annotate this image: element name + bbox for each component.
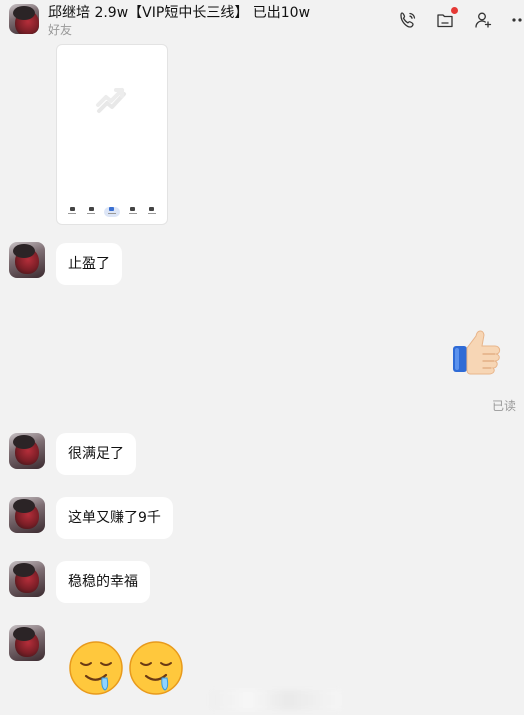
message-bubble[interactable]: 这单又赚了9千 — [56, 497, 173, 539]
friend-avatar[interactable] — [9, 561, 45, 597]
app-dock — [63, 205, 161, 219]
dock-item — [66, 207, 78, 217]
read-status: 已读 — [492, 399, 517, 413]
message-bubble[interactable]: 很满足了 — [56, 433, 136, 475]
dock-item — [85, 207, 97, 217]
add-member-icon[interactable] — [473, 10, 493, 30]
dock-item — [127, 207, 139, 217]
voice-call-icon[interactable] — [398, 10, 418, 30]
drooling-face-emoji[interactable] — [68, 640, 124, 696]
message-bubble[interactable]: 稳稳的幸福 — [56, 561, 150, 603]
chat-header: 邱继培 2.9w【VIP短中长三线】 已出10w 好友 — [0, 0, 524, 42]
chat-title[interactable]: 邱继培 2.9w【VIP短中长三线】 已出10w — [48, 2, 310, 22]
thumbs-up-emoji[interactable] — [450, 326, 502, 376]
drooling-face-emoji[interactable] — [128, 640, 184, 696]
friend-avatar[interactable] — [9, 433, 45, 469]
contact-relation: 好友 — [48, 23, 73, 37]
blurred-content — [210, 690, 340, 710]
dock-item — [146, 207, 158, 217]
friend-avatar[interactable] — [9, 242, 45, 278]
friend-avatar[interactable] — [9, 625, 45, 661]
friend-avatar[interactable] — [9, 497, 45, 533]
message-bubble[interactable]: 止盈了 — [56, 243, 122, 285]
trend-arrow-icon — [96, 88, 126, 113]
notification-dot — [451, 7, 458, 14]
image-message[interactable] — [56, 44, 168, 225]
more-icon[interactable] — [510, 10, 524, 30]
contact-avatar[interactable] — [9, 4, 39, 34]
dock-item-active — [103, 207, 120, 217]
